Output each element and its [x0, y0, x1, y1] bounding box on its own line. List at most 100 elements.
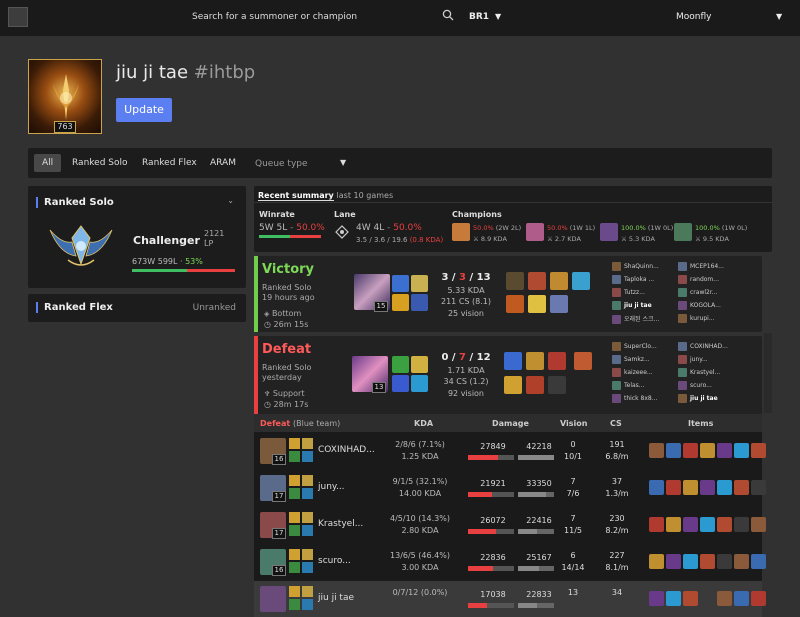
player-name[interactable]: scuro... — [318, 556, 351, 566]
player-name[interactable]: COXINHAD... — [678, 342, 728, 351]
update-button[interactable]: Update — [116, 98, 172, 122]
summoner-spell-icon[interactable] — [289, 525, 300, 536]
item-icon[interactable] — [649, 554, 664, 569]
player-name[interactable]: Tutzz... — [612, 288, 645, 297]
item-icon[interactable] — [700, 480, 715, 495]
item-icon[interactable] — [734, 554, 749, 569]
summoner-spell-icon[interactable] — [289, 475, 300, 486]
search-input[interactable]: Search for a summoner or champion — [192, 12, 357, 22]
item-icon[interactable] — [683, 480, 698, 495]
player-name[interactable]: ShaQuinn... — [612, 262, 659, 271]
champion-icon[interactable] — [526, 223, 544, 241]
item-icon[interactable] — [649, 517, 664, 532]
item-icon[interactable] — [649, 591, 664, 606]
item-icon[interactable] — [666, 517, 681, 532]
rune-icon[interactable] — [302, 599, 313, 610]
summoner-spell-icon[interactable] — [289, 599, 300, 610]
player-name[interactable]: MCEP164... — [678, 262, 724, 271]
player-name[interactable]: SuperClo... — [612, 342, 657, 351]
item-icon[interactable] — [683, 517, 698, 532]
item-icon[interactable] — [717, 480, 732, 495]
rune-icon[interactable] — [302, 512, 313, 523]
item-icon[interactable] — [717, 591, 732, 606]
player-name[interactable]: kaizeee... — [612, 368, 653, 377]
match-card-victory[interactable]: Victory Ranked Solo 19 hours ago ◈ Botto… — [254, 256, 762, 332]
player-name[interactable]: scuro... — [678, 381, 712, 390]
scrollbar[interactable] — [764, 333, 772, 413]
champion-icon[interactable] — [600, 223, 618, 241]
queue-type-select[interactable]: Queue type — [255, 159, 308, 169]
item-icon[interactable] — [751, 554, 766, 569]
champion-icon[interactable] — [452, 223, 470, 241]
item-icon[interactable] — [506, 272, 524, 290]
player-name[interactable]: Taploka ... — [612, 275, 654, 284]
player-name[interactable]: 오래된 스크... — [612, 314, 659, 324]
player-name[interactable]: KOGOLA... — [678, 301, 721, 310]
item-icon[interactable] — [526, 376, 544, 394]
summoner-spell-icon[interactable] — [392, 275, 409, 292]
summoner-spell-icon[interactable] — [392, 356, 409, 373]
rune-icon[interactable] — [302, 488, 313, 499]
item-icon[interactable] — [506, 295, 524, 313]
item-icon[interactable] — [550, 272, 568, 290]
rune-icon[interactable] — [411, 294, 428, 311]
player-name[interactable]: COXINHAD... — [318, 445, 375, 455]
chevron-down-icon[interactable]: ▼ — [495, 12, 501, 21]
item-icon[interactable] — [504, 376, 522, 394]
rune-icon[interactable] — [302, 549, 313, 560]
tab-ranked-solo[interactable]: Ranked Solo — [64, 154, 136, 172]
item-icon[interactable] — [666, 591, 681, 606]
item-icon[interactable] — [700, 591, 715, 606]
table-row[interactable]: jiu ji tae 0/7/12 (0.0%) 17038 22833 13 34 — [254, 581, 766, 617]
player-name[interactable]: thick 8x8... — [612, 394, 657, 403]
champion-icon[interactable] — [674, 223, 692, 241]
player-name[interactable]: Krastyel... — [318, 519, 363, 529]
item-icon[interactable] — [734, 591, 749, 606]
item-icon[interactable] — [550, 295, 568, 313]
item-icon[interactable] — [751, 517, 766, 532]
player-name[interactable]: Samkz... — [612, 355, 650, 364]
table-row[interactable]: 16 scuro... 13/6/5 (46.4%) 3.00 KDA 22836 251… — [254, 544, 766, 580]
chevron-down-icon[interactable]: ▼ — [340, 158, 346, 167]
item-icon[interactable] — [751, 480, 766, 495]
item-icon[interactable] — [649, 480, 664, 495]
tab-ranked-flex[interactable]: Ranked Flex — [134, 154, 205, 172]
item-icon[interactable] — [649, 443, 664, 458]
rune-icon[interactable] — [411, 356, 428, 373]
table-row[interactable]: 17 Krastyel... 4/5/10 (14.3%) 2.80 KDA 26072… — [254, 507, 766, 543]
tab-aram[interactable]: ARAM — [202, 154, 244, 172]
chevron-down-icon[interactable]: ⌄ — [227, 196, 234, 205]
search-icon[interactable] — [442, 9, 454, 21]
summoner-spell-icon[interactable] — [289, 488, 300, 499]
item-icon[interactable] — [528, 272, 546, 290]
player-name[interactable]: Krastyel... — [678, 368, 720, 377]
summoner-spell-icon[interactable] — [392, 294, 409, 311]
summoner-spell-icon[interactable] — [289, 451, 300, 462]
rune-icon[interactable] — [411, 275, 428, 292]
rune-icon[interactable] — [302, 525, 313, 536]
summoner-spell-icon[interactable] — [289, 438, 300, 449]
item-icon[interactable] — [717, 554, 732, 569]
player-name[interactable]: crawl2r... — [678, 288, 717, 297]
table-row[interactable]: 16 COXINHAD... 2/8/6 (7.1%) 1.25 KDA 27849 42… — [254, 433, 766, 469]
player-name[interactable]: juny... — [318, 482, 345, 492]
rune-icon[interactable] — [411, 375, 428, 392]
rune-icon[interactable] — [302, 475, 313, 486]
item-icon[interactable] — [666, 554, 681, 569]
rune-icon[interactable] — [302, 438, 313, 449]
item-icon[interactable] — [734, 480, 749, 495]
item-icon[interactable] — [700, 517, 715, 532]
summoner-spell-icon[interactable] — [289, 549, 300, 560]
player-name[interactable]: Telas... — [612, 381, 645, 390]
item-icon[interactable] — [666, 443, 681, 458]
summoner-spell-icon[interactable] — [289, 512, 300, 523]
item-icon[interactable] — [700, 443, 715, 458]
item-icon[interactable] — [528, 295, 546, 313]
player-name[interactable]: jiu ji tae — [612, 301, 652, 310]
item-icon[interactable] — [717, 517, 732, 532]
item-icon[interactable] — [751, 443, 766, 458]
logo[interactable] — [8, 7, 28, 27]
item-icon[interactable] — [717, 443, 732, 458]
item-icon[interactable] — [548, 352, 566, 370]
item-icon[interactable] — [700, 554, 715, 569]
